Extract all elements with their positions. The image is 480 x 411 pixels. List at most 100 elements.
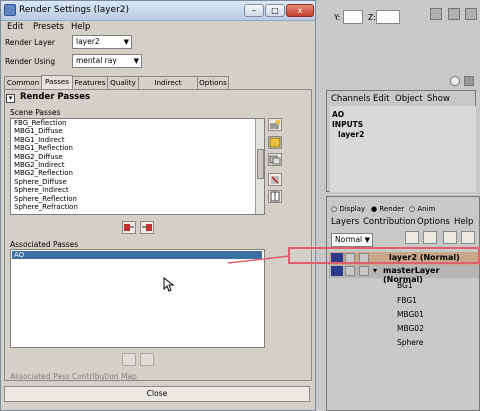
disassociate-pass-icon[interactable]: [140, 221, 154, 234]
window-close-button[interactable]: x: [286, 4, 314, 17]
expand-triangle-icon[interactable]: ▾: [373, 266, 377, 275]
associated-passes-list[interactable]: AO: [10, 249, 265, 348]
inputs-label: INPUTS: [332, 120, 364, 129]
layer-member[interactable]: MBG02: [397, 324, 424, 333]
help-menu[interactable]: Help: [454, 217, 473, 227]
tab-indirect-lighting[interactable]: Indirect Lighting: [138, 76, 198, 98]
menu-bar: Edit Presets Help: [1, 21, 315, 34]
menu-edit[interactable]: Edit: [7, 22, 23, 32]
close-button[interactable]: Close: [4, 386, 310, 402]
mode-anim[interactable]: ○ Anim: [409, 205, 435, 213]
contribution-menu[interactable]: Contribution: [363, 217, 416, 227]
list-item[interactable]: Sphere_Reflection: [14, 195, 77, 203]
toolbar-strip: [330, 76, 476, 87]
render-layer-value: layer2: [76, 37, 100, 46]
layer-option-icon[interactable]: [345, 266, 355, 276]
minimize-button[interactable]: –: [244, 4, 264, 17]
title-bar[interactable]: Render Settings (layer2) – □ x: [1, 1, 315, 21]
list-item[interactable]: Sphere_Refraction: [14, 203, 78, 211]
layer-row-masterlayer[interactable]: ▾ masterLayer (Normal): [329, 265, 479, 284]
layer-editor: ○ Display ● Render ○ Anim Layers Contrib…: [326, 196, 480, 411]
tool-icon[interactable]: [465, 8, 477, 20]
menu-help[interactable]: Help: [71, 22, 90, 32]
layer-option-icon[interactable]: [359, 266, 369, 276]
layers-menu[interactable]: Layers: [331, 217, 359, 227]
maya-app-icon: [4, 4, 16, 16]
mode-display[interactable]: ○ Display: [331, 205, 365, 213]
collapse-icon[interactable]: ▾: [6, 94, 15, 103]
create-layer-selected-icon[interactable]: [461, 231, 475, 244]
layer-member[interactable]: Sphere: [397, 338, 423, 347]
edit-menu[interactable]: Edit: [373, 94, 389, 104]
z-label: Z:: [368, 13, 376, 22]
mouse-cursor-icon: [163, 277, 175, 292]
pass-attributes-icon[interactable]: [268, 190, 282, 203]
list-item[interactable]: Sphere_Diffuse: [14, 178, 67, 186]
list-item-selected[interactable]: AO: [12, 251, 262, 260]
tool-icon[interactable]: [430, 8, 442, 20]
channel-contents: AO INPUTS layer2: [330, 106, 476, 192]
create-pass-icon[interactable]: [268, 118, 282, 131]
channels-menu[interactable]: Channels: [331, 94, 370, 104]
y-label: Y:: [334, 13, 341, 22]
render-using-dropdown[interactable]: mental ray ▼: [72, 54, 142, 68]
help-icon[interactable]: [450, 76, 460, 86]
list-item[interactable]: Sphere_Indirect: [14, 186, 69, 194]
associated-move-up-icon[interactable]: [122, 353, 136, 366]
tool-icon[interactable]: [448, 8, 460, 20]
copy-pass-icon[interactable]: [268, 153, 282, 166]
create-layer-icon[interactable]: [443, 231, 457, 244]
tab-options[interactable]: Options: [197, 76, 229, 89]
delete-pass-icon[interactable]: [268, 173, 282, 186]
list-item[interactable]: MBG1_Indirect: [14, 136, 65, 144]
options-menu[interactable]: Options: [417, 217, 450, 227]
layer-member[interactable]: BG1: [397, 281, 413, 290]
list-item[interactable]: MBG2_Reflection: [14, 169, 73, 177]
tab-common[interactable]: Common: [4, 76, 42, 89]
associate-pass-icon[interactable]: [122, 221, 136, 234]
render-layer-label: Render Layer: [5, 38, 55, 47]
window-title: Render Settings (layer2): [19, 5, 130, 15]
input-item[interactable]: layer2: [338, 130, 364, 139]
scene-passes-list[interactable]: FBG_Reflection MBG1_Diffuse MBG1_Indirec…: [10, 118, 265, 215]
contribution-map-label: Associated Pass Contribution Map: [10, 372, 137, 381]
y-coord-field[interactable]: [343, 10, 363, 24]
list-item[interactable]: MBG1_Reflection: [14, 144, 73, 152]
list-item[interactable]: MBG1_Diffuse: [14, 127, 63, 135]
blend-mode-value: Normal: [335, 235, 363, 244]
render-using-value: mental ray: [76, 56, 117, 65]
mode-render[interactable]: ● Render: [371, 205, 404, 213]
list-item[interactable]: FBG_Reflection: [14, 119, 66, 127]
tab-features[interactable]: Features: [72, 76, 108, 89]
z-coord-field[interactable]: [376, 10, 400, 24]
pass-presets-icon[interactable]: [268, 136, 282, 149]
section-title: Render Passes: [20, 92, 91, 102]
settings-tabs: Common Passes Features Quality Indirect …: [4, 75, 314, 98]
scroll-thumb[interactable]: [257, 149, 264, 179]
list-item[interactable]: MBG2_Diffuse: [14, 153, 63, 161]
panel-icon[interactable]: [464, 76, 474, 86]
render-toggle-icon[interactable]: [331, 266, 343, 276]
maximize-button[interactable]: □: [265, 4, 285, 17]
show-menu[interactable]: Show: [427, 94, 450, 104]
layer-member[interactable]: MBG01: [397, 310, 424, 319]
menu-presets[interactable]: Presets: [33, 22, 64, 32]
tab-passes[interactable]: Passes: [41, 75, 73, 89]
scene-passes-scrollbar[interactable]: [255, 119, 264, 214]
list-item[interactable]: MBG2_Indirect: [14, 161, 65, 169]
chevron-down-icon: ▼: [123, 38, 129, 46]
tab-quality[interactable]: Quality: [107, 76, 139, 89]
object-name[interactable]: AO: [332, 110, 344, 119]
blend-mode-dropdown[interactable]: Normal ▼: [331, 233, 373, 247]
associated-move-down-icon[interactable]: [140, 353, 154, 366]
object-menu[interactable]: Object: [395, 94, 423, 104]
chevron-down-icon: ▼: [133, 57, 139, 65]
layer-member[interactable]: FBG1: [397, 296, 417, 305]
associated-passes-label: Associated Passes: [10, 240, 79, 249]
render-passes-header[interactable]: ▾ Render Passes: [6, 92, 306, 106]
layer-tool-icon[interactable]: [423, 231, 437, 244]
chevron-down-icon: ▼: [364, 236, 370, 244]
layer-tool-icon[interactable]: [405, 231, 419, 244]
render-layer-dropdown[interactable]: layer2 ▼: [72, 35, 132, 49]
render-using-label: Render Using: [5, 57, 56, 66]
